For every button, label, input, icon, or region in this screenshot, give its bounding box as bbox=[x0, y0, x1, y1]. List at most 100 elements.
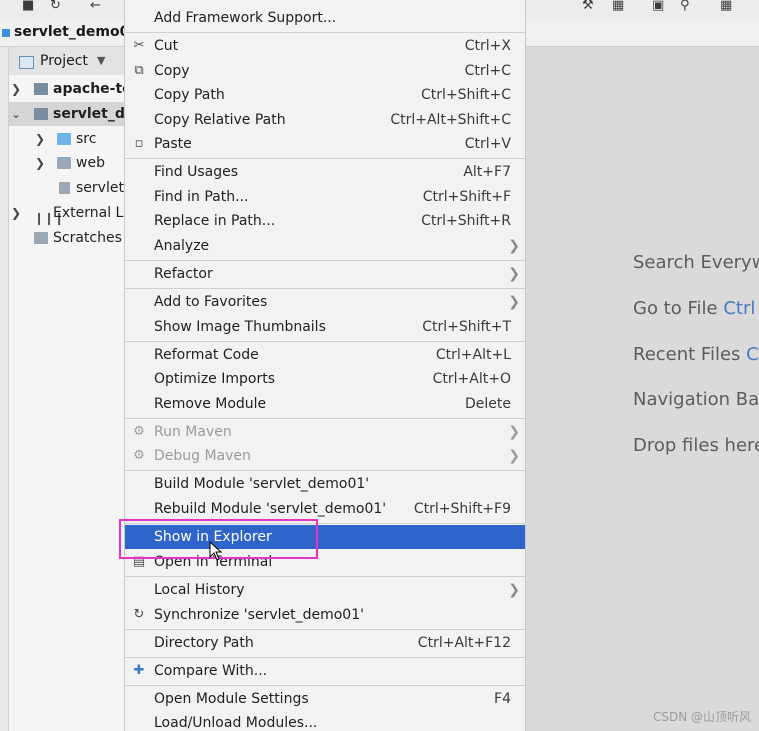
scratches-icon bbox=[34, 232, 48, 244]
copy-icon: ⧉ bbox=[134, 63, 144, 78]
module-icon bbox=[2, 29, 10, 37]
hint-navigation-bar: Navigation Ba bbox=[633, 389, 759, 410]
sync-icon[interactable]: ↻ bbox=[50, 0, 61, 14]
left-tool-strip bbox=[0, 47, 9, 731]
menu-item-open-module-settings[interactable]: Open Module Settings F4 bbox=[125, 687, 525, 711]
menu-item-analyze[interactable]: Analyze ❯ bbox=[125, 234, 525, 258]
settings-icon[interactable]: ▦ bbox=[720, 0, 732, 14]
tree-label: web bbox=[76, 155, 105, 171]
tree-node-external-libraries[interactable]: ❯ ❙❙❙ External Li bbox=[9, 201, 124, 225]
tree-label: src bbox=[76, 131, 97, 147]
menu-separator bbox=[125, 685, 525, 686]
menu-item-refactor[interactable]: Refactor ❯ bbox=[125, 262, 525, 286]
clipboard-icon: ▫ bbox=[134, 136, 144, 151]
folder-icon bbox=[34, 83, 48, 95]
gear-icon: ⚙ bbox=[133, 424, 145, 439]
menu-separator bbox=[125, 32, 525, 33]
menu-separator bbox=[125, 418, 525, 419]
back-icon[interactable]: ← bbox=[90, 0, 101, 14]
tree-label: Scratches bbox=[53, 230, 122, 246]
editor-empty-area: Search Everyw Go to File Ctrl Recent Fil… bbox=[524, 47, 759, 731]
chevron-right-icon: ❯ bbox=[508, 448, 520, 464]
save-icon[interactable]: ■ bbox=[22, 0, 34, 14]
folder-icon bbox=[57, 133, 71, 145]
menu-item-local-history[interactable]: Local History ❯ bbox=[125, 578, 525, 602]
libraries-icon: ❙❙❙ bbox=[34, 211, 65, 225]
context-menu: Add Framework Support... ✂ Cut Ctrl+X ⧉ Cop… bbox=[124, 0, 526, 731]
menu-separator bbox=[125, 629, 525, 630]
menu-item-cut[interactable]: ✂ Cut Ctrl+X bbox=[125, 34, 525, 58]
menu-item-paste[interactable]: ▫ Paste Ctrl+V bbox=[125, 132, 525, 156]
hint-recent-files: Recent Files Ct bbox=[633, 344, 759, 365]
tree-label: servlet_ bbox=[76, 180, 124, 196]
menu-item-rebuild-module[interactable]: Rebuild Module 'servlet_demo01' Ctrl+Shif… bbox=[125, 497, 525, 521]
chevron-right-icon[interactable]: ❯ bbox=[35, 151, 45, 175]
mouse-cursor-icon bbox=[209, 541, 223, 561]
tree-node-web[interactable]: ❯ web bbox=[9, 151, 124, 175]
chevron-right-icon: ❯ bbox=[508, 294, 520, 310]
project-header-label: Project bbox=[40, 53, 88, 69]
preview-icon[interactable]: ▣ bbox=[652, 0, 664, 14]
menu-item-build-module[interactable]: Build Module 'servlet_demo01' bbox=[125, 472, 525, 496]
menu-item-replace-in-path[interactable]: Replace in Path... Ctrl+Shift+R bbox=[125, 209, 525, 233]
project-panel: Project ▼ ❯ apache-to ⌄ servlet_de ❯ src… bbox=[9, 47, 124, 731]
menu-item-copy-relative-path[interactable]: Copy Relative Path Ctrl+Alt+Shift+C bbox=[125, 108, 525, 132]
chevron-down-icon[interactable]: ▼ bbox=[97, 54, 105, 67]
menu-item-directory-path[interactable]: Directory Path Ctrl+Alt+F12 bbox=[125, 631, 525, 655]
menu-item-add-to-favorites[interactable]: Add to Favorites ❯ bbox=[125, 290, 525, 314]
menu-item-debug-maven: ⚙ Debug Maven ❯ bbox=[125, 444, 525, 468]
menu-separator bbox=[125, 288, 525, 289]
menu-item-copy-path[interactable]: Copy Path Ctrl+Shift+C bbox=[125, 83, 525, 107]
menu-item-copy[interactable]: ⧉ Copy Ctrl+C bbox=[125, 59, 525, 83]
structure-icon[interactable]: ▦ bbox=[612, 0, 624, 14]
tree-label: apache-to bbox=[53, 81, 124, 97]
menu-separator bbox=[125, 470, 525, 471]
wrench-icon[interactable]: ⚒ bbox=[582, 0, 594, 14]
editor-tab-bar bbox=[524, 20, 759, 47]
module-folder-icon bbox=[34, 108, 48, 120]
menu-separator bbox=[125, 657, 525, 658]
chevron-right-icon: ❯ bbox=[508, 424, 520, 440]
menu-item-remove-module[interactable]: Remove Module Delete bbox=[125, 392, 525, 416]
chevron-right-icon[interactable]: ❯ bbox=[35, 127, 45, 151]
breadcrumb-module[interactable]: servlet_demo01 bbox=[14, 24, 139, 40]
menu-item-find-usages[interactable]: Find Usages Alt+F7 bbox=[125, 160, 525, 184]
web-folder-icon bbox=[57, 157, 71, 169]
menu-item-run-maven: ⚙ Run Maven ❯ bbox=[125, 420, 525, 444]
menu-item-optimize-imports[interactable]: Optimize Imports Ctrl+Alt+O bbox=[125, 367, 525, 391]
menu-item-add-framework-support[interactable]: Add Framework Support... bbox=[125, 6, 525, 30]
menu-item-load-unload-modules[interactable]: Load/Unload Modules... bbox=[125, 711, 525, 731]
menu-separator bbox=[125, 260, 525, 261]
hint-search-everywhere: Search Everyw bbox=[633, 252, 759, 273]
tree-node-src[interactable]: ❯ src bbox=[9, 127, 124, 151]
menu-item-show-image-thumbnails[interactable]: Show Image Thumbnails Ctrl+Shift+T bbox=[125, 315, 525, 339]
menu-item-synchronize[interactable]: ↻ Synchronize 'servlet_demo01' bbox=[125, 603, 525, 627]
tree-node-apache[interactable]: ❯ apache-to bbox=[9, 77, 124, 101]
chevron-right-icon[interactable]: ❯ bbox=[11, 77, 21, 101]
tree-node-servlet-module[interactable]: ⌄ servlet_de bbox=[9, 102, 124, 126]
menu-separator bbox=[125, 576, 525, 577]
sync-icon: ↻ bbox=[133, 607, 145, 622]
tree-node-scratches[interactable]: Scratches bbox=[9, 226, 124, 250]
scissors-icon: ✂ bbox=[133, 38, 145, 53]
chevron-right-icon: ❯ bbox=[508, 238, 520, 254]
project-icon bbox=[19, 56, 34, 69]
project-view-selector[interactable]: Project ▼ bbox=[9, 47, 124, 75]
gear-icon: ⚙ bbox=[133, 448, 145, 463]
hint-go-to-file: Go to File Ctrl bbox=[633, 298, 756, 319]
chevron-right-icon[interactable]: ❯ bbox=[11, 201, 21, 225]
menu-separator bbox=[125, 341, 525, 342]
search-icon[interactable]: ⚲ bbox=[680, 0, 690, 14]
breadcrumb[interactable]: servlet_demo01 bbox=[0, 20, 139, 47]
chevron-down-icon[interactable]: ⌄ bbox=[11, 102, 21, 126]
tree-label: External Li bbox=[53, 205, 124, 221]
file-icon bbox=[59, 182, 70, 194]
menu-item-find-in-path[interactable]: Find in Path... Ctrl+Shift+F bbox=[125, 185, 525, 209]
tree-node-iml[interactable]: servlet_ bbox=[9, 176, 124, 200]
menu-item-reformat-code[interactable]: Reformat Code Ctrl+Alt+L bbox=[125, 343, 525, 367]
menu-item-compare-with[interactable]: ✚ Compare With... bbox=[125, 659, 525, 683]
menu-separator bbox=[125, 158, 525, 159]
tree-label: servlet_de bbox=[53, 106, 124, 122]
hint-drop-files: Drop files here bbox=[633, 435, 759, 456]
compare-icon: ✚ bbox=[133, 663, 145, 678]
